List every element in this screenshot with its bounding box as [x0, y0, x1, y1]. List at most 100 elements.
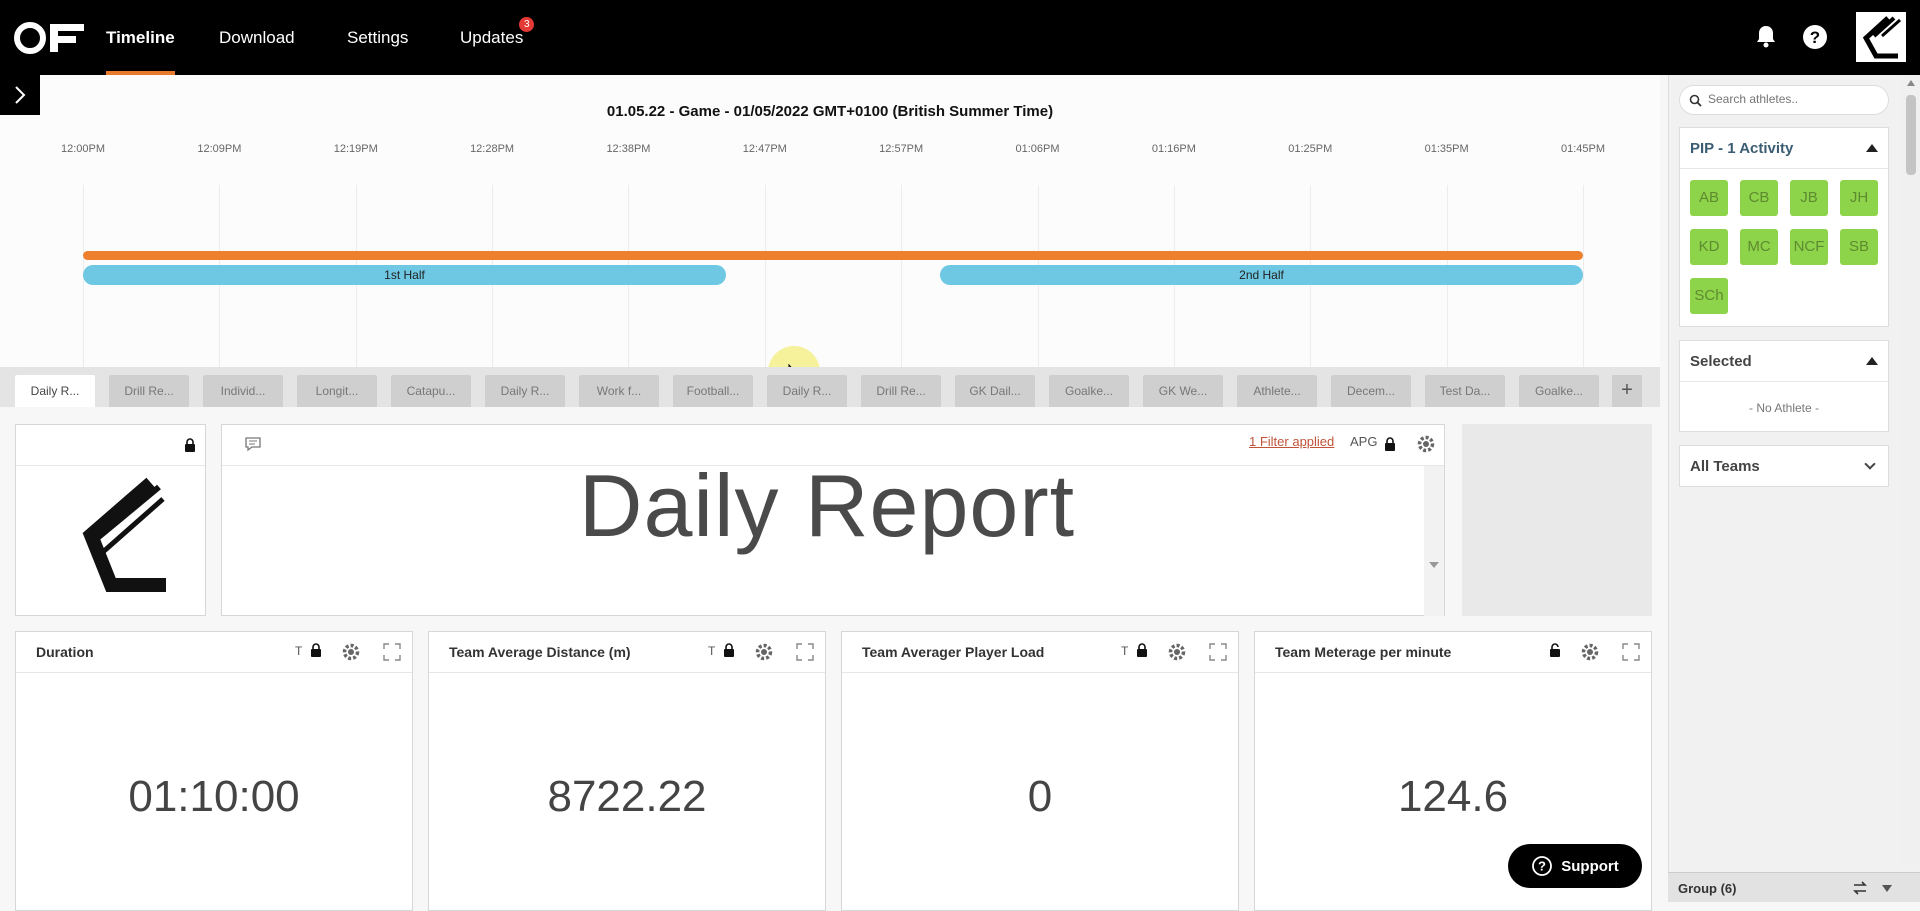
lock-icon[interactable]	[310, 643, 322, 657]
timeline-grid-line	[1583, 185, 1584, 367]
kpi-title: Team Average Distance (m)	[449, 644, 631, 660]
placeholder-panel	[1462, 424, 1652, 616]
comment-icon[interactable]	[244, 436, 262, 452]
report-tab[interactable]: Football...	[673, 375, 753, 407]
support-button[interactable]: ? Support	[1508, 844, 1642, 888]
athlete-chip[interactable]: SB	[1840, 229, 1878, 265]
top-nav-bar: Timeline Download Settings Updates 3 ?	[0, 0, 1920, 75]
nav-tab-settings[interactable]: Settings	[347, 0, 408, 75]
report-tab[interactable]: Goalke...	[1519, 375, 1599, 407]
help-icon[interactable]: ?	[1800, 22, 1830, 52]
activity-bar[interactable]	[83, 251, 1583, 260]
athlete-chip[interactable]: MC	[1740, 229, 1778, 265]
kpi-value: 8722.22	[547, 772, 707, 821]
lock-icon[interactable]	[1384, 437, 1396, 451]
selected-title: Selected	[1690, 353, 1752, 370]
help-circle-icon: ?	[1532, 856, 1553, 876]
svg-text:?: ?	[1810, 28, 1820, 47]
kpi-t-marker: T	[295, 644, 303, 658]
collapse-triangle-icon[interactable]	[1866, 357, 1878, 365]
athlete-chip[interactable]: SCh	[1690, 278, 1728, 314]
collapse-triangle-icon[interactable]	[1866, 144, 1878, 152]
club-logo	[82, 477, 166, 592]
athlete-chip[interactable]: JH	[1840, 180, 1878, 216]
report-tab[interactable]: Daily R...	[485, 375, 565, 407]
expand-icon[interactable]	[1622, 643, 1640, 661]
expand-icon[interactable]	[383, 643, 401, 661]
lock-icon[interactable]	[184, 438, 196, 452]
app-logo[interactable]	[14, 20, 86, 56]
report-tab[interactable]: Work f...	[579, 375, 659, 407]
report-tab[interactable]: Drill Re...	[861, 375, 941, 407]
svg-text:?: ?	[1538, 859, 1546, 874]
chevron-right-icon	[15, 86, 26, 104]
filter-applied-link[interactable]: 1 Filter applied	[1249, 434, 1334, 449]
report-tab[interactable]: Goalke...	[1049, 375, 1129, 407]
user-avatar-brand-logo[interactable]	[1856, 12, 1906, 62]
report-tab[interactable]: Individ...	[203, 375, 283, 407]
athlete-chip[interactable]: KD	[1690, 229, 1728, 265]
teams-dropdown[interactable]: All Teams	[1679, 445, 1889, 487]
period-2nd-half[interactable]: 2nd Half	[940, 265, 1583, 285]
report-tab[interactable]: Daily R...	[15, 375, 95, 407]
report-title-panel: 1 Filter applied APG Daily Report	[221, 424, 1445, 616]
bell-icon[interactable]	[1751, 22, 1781, 52]
group-bar[interactable]: Group (6)	[1668, 872, 1920, 902]
nav-tab-download[interactable]: Download	[219, 0, 295, 75]
nav-tab-updates[interactable]: Updates 3	[460, 0, 535, 75]
add-tab-button[interactable]: +	[1612, 375, 1642, 407]
report-tab[interactable]: Test Da...	[1425, 375, 1505, 407]
gear-icon[interactable]	[1416, 434, 1436, 454]
athlete-chip[interactable]: CB	[1740, 180, 1778, 216]
lock-icon[interactable]	[723, 643, 735, 657]
panel-scrollbar[interactable]	[1424, 466, 1444, 616]
report-tab[interactable]: Daily R...	[767, 375, 847, 407]
timeline-tick-label: 12:57PM	[879, 143, 924, 155]
selected-card: Selected - No Athlete -	[1679, 340, 1889, 432]
unlock-icon[interactable]	[1549, 643, 1561, 657]
timeline-grid-line	[901, 185, 903, 367]
swap-icon[interactable]	[1852, 881, 1868, 895]
report-tab[interactable]: GK We...	[1143, 375, 1223, 407]
athlete-chip[interactable]: NCF	[1790, 229, 1828, 265]
athlete-search[interactable]	[1679, 85, 1889, 115]
report-tab[interactable]: Decem...	[1331, 375, 1411, 407]
kpi-value: 0	[1027, 772, 1053, 821]
activity-timeline[interactable]: 01.05.22 - Game - 01/05/2022 GMT+0100 (B…	[0, 75, 1660, 398]
gear-icon[interactable]	[1167, 642, 1187, 662]
updates-count-badge: 3	[519, 17, 535, 32]
report-tab[interactable]: Longit...	[297, 375, 377, 407]
athlete-chip[interactable]: AB	[1690, 180, 1728, 216]
teams-label: All Teams	[1690, 458, 1760, 475]
gear-icon[interactable]	[1580, 642, 1600, 662]
kpi-panel: Team Average Distance (m) T 8722.22	[428, 631, 826, 911]
search-input[interactable]	[1708, 92, 1883, 106]
chevron-down-icon	[1864, 458, 1876, 470]
caret-down-icon[interactable]	[1882, 885, 1892, 892]
timeline-tick-label: 01:06PM	[1015, 143, 1060, 155]
athlete-chip[interactable]: JB	[1790, 180, 1828, 216]
timeline-tick-label: 01:25PM	[1288, 143, 1333, 155]
kpi-t-marker: T	[708, 644, 716, 658]
sidebar-scrollbar[interactable]	[1902, 75, 1920, 865]
apg-label: APG	[1350, 434, 1378, 449]
gear-icon[interactable]	[341, 642, 361, 662]
report-tab[interactable]: Catapu...	[391, 375, 471, 407]
logo-panel	[15, 424, 206, 616]
gear-icon[interactable]	[754, 642, 774, 662]
nav-tab-timeline[interactable]: Timeline	[106, 0, 175, 75]
report-tab[interactable]: GK Dail...	[955, 375, 1035, 407]
report-tabs-bar: Daily R... Drill Re... Individ... Longit...…	[0, 367, 1660, 407]
expand-icon[interactable]	[796, 643, 814, 661]
period-1st-half[interactable]: 1st Half	[83, 265, 726, 285]
expand-icon[interactable]	[1209, 643, 1227, 661]
report-tab[interactable]: Drill Re...	[109, 375, 189, 407]
sidebar-toggle-button[interactable]	[0, 75, 40, 115]
lock-icon[interactable]	[1136, 643, 1148, 657]
group-label: Group (6)	[1678, 881, 1737, 896]
scroll-thumb[interactable]	[1906, 95, 1916, 175]
timeline-tick-label: 12:19PM	[333, 143, 378, 155]
kpi-title: Duration	[36, 644, 94, 660]
report-tab[interactable]: Athlete...	[1237, 375, 1317, 407]
timeline-title: 01.05.22 - Game - 01/05/2022 GMT+0100 (B…	[606, 103, 1054, 120]
